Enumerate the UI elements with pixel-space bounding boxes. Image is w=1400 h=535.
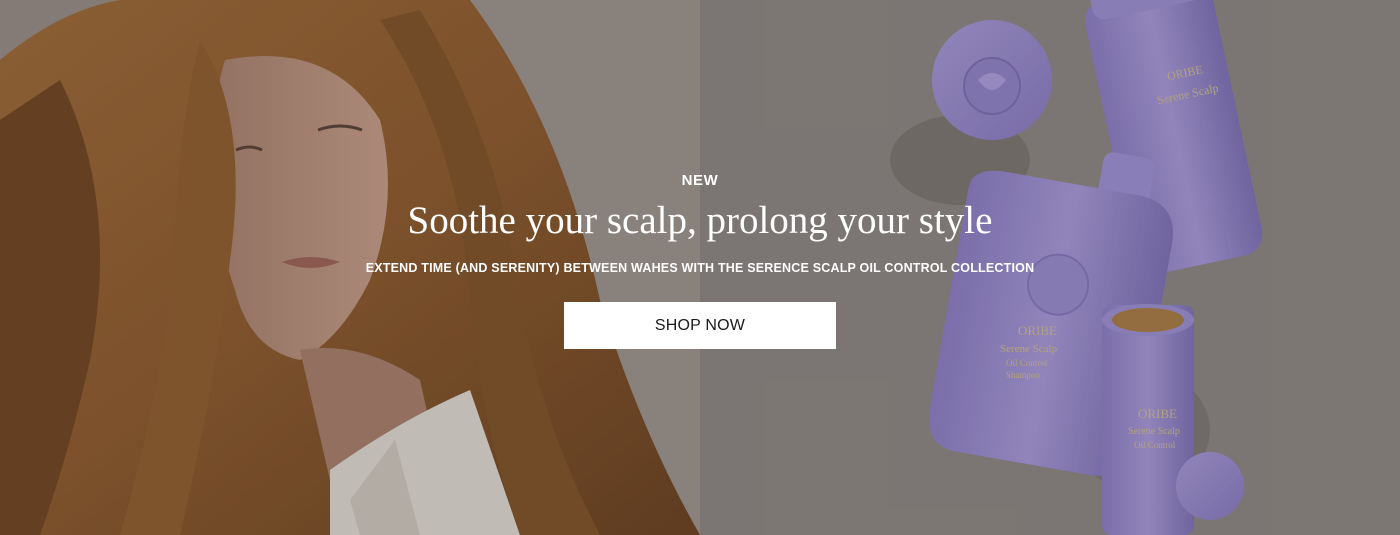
hero-content: NEW Soothe your scalp, prolong your styl…: [0, 0, 1400, 535]
shop-now-button[interactable]: SHOP NOW: [564, 302, 836, 349]
eyebrow-label: NEW: [681, 172, 719, 189]
hero-subline: EXTEND TIME (AND SERENITY) BETWEEN WAHES…: [365, 261, 1035, 275]
hero-banner[interactable]: ORIBE Serene Scalp ORIBE Serene Scalp Oi…: [0, 0, 1400, 535]
hero-headline: Soothe your scalp, prolong your style: [407, 199, 993, 242]
